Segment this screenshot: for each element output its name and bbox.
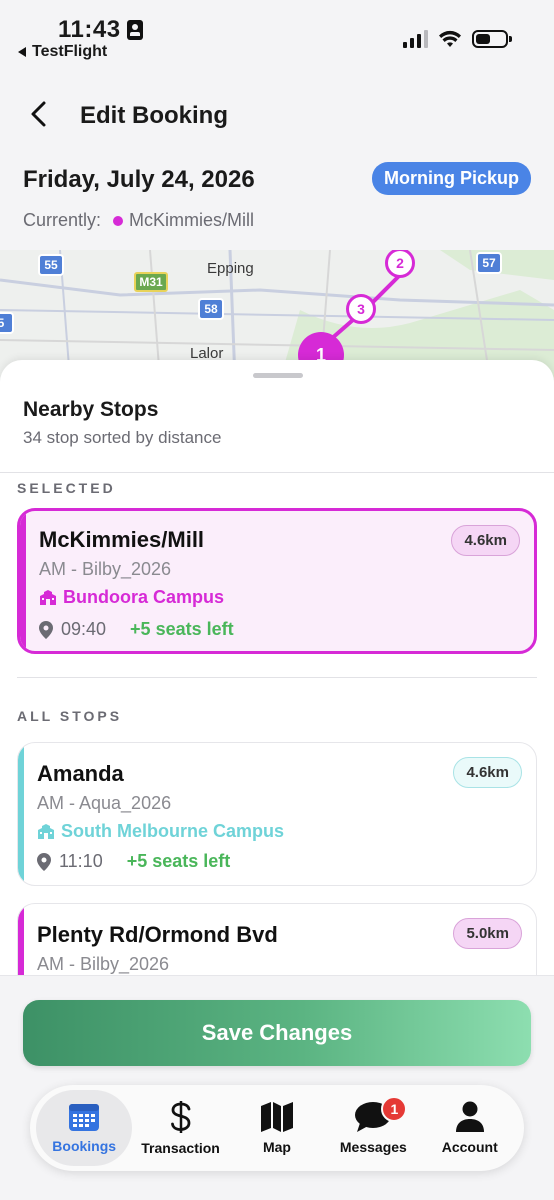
chevron-left-icon <box>31 101 46 127</box>
distance-badge: 4.6km <box>451 525 520 556</box>
distance-badge: 5.0km <box>453 918 522 949</box>
back-button[interactable] <box>22 96 54 132</box>
section-label-all: ALL STOPS <box>17 708 123 724</box>
wifi-icon <box>439 30 461 47</box>
stop-route: AM - Bilby_2026 <box>39 559 172 579</box>
route-shield: M31 <box>134 272 168 292</box>
stop-card[interactable]: Amanda AM - Aqua_2026 South Melbourne Ca… <box>17 742 537 886</box>
card-accent-bar <box>20 511 26 651</box>
person-icon <box>455 1101 484 1132</box>
section-label-selected: SELECTED <box>17 480 116 496</box>
campus-name: Bundoora Campus <box>63 587 225 607</box>
stop-time: 11:10 <box>59 851 103 871</box>
card-accent-bar <box>18 743 24 885</box>
tab-label: Transaction <box>141 1140 220 1156</box>
map-place-label: Epping <box>207 260 254 277</box>
route-shield: 5 <box>0 312 14 334</box>
tab-account[interactable]: Account <box>422 1090 518 1166</box>
seats-left: +5 seats left <box>126 851 231 871</box>
campus-name: South Melbourne Campus <box>61 821 285 841</box>
tab-label: Map <box>262 1139 291 1155</box>
page-title: Edit Booking <box>80 102 228 129</box>
currently-label: Currently: <box>23 210 102 230</box>
divider <box>17 677 537 678</box>
stop-route: AM - Aqua_2026 <box>37 793 172 813</box>
stop-name: Amanda <box>37 761 124 786</box>
map-icon <box>260 1102 293 1132</box>
status-bar: 11:43 TestFlight <box>0 0 554 70</box>
system-icons <box>403 30 512 48</box>
calendar-icon <box>69 1104 100 1131</box>
tab-map[interactable]: Map <box>229 1090 325 1166</box>
stop-color-dot <box>113 215 124 226</box>
tab-bookings[interactable]: Bookings <box>36 1090 133 1166</box>
location-pin-icon <box>39 620 53 639</box>
current-stop-name: McKimmies/Mill <box>129 210 255 230</box>
stop-name: McKimmies/Mill <box>39 527 205 552</box>
stop-name: Plenty Rd/Ormond Bvd <box>37 922 278 947</box>
route-shield: 57 <box>476 252 502 274</box>
stop-meta: 11:10 +5 seats left <box>37 851 230 872</box>
sheet-title: Nearby Stops <box>23 398 159 421</box>
tab-bar: Bookings Transaction Map 1 Messages Acco… <box>30 1085 524 1171</box>
campus-icon <box>38 823 54 839</box>
tab-label: Messages <box>339 1139 407 1155</box>
back-to-app-link[interactable]: TestFlight <box>18 43 107 61</box>
save-changes-button[interactable]: Save Changes <box>23 1000 531 1066</box>
contact-card-icon <box>126 20 143 40</box>
back-app-label: TestFlight <box>32 43 108 60</box>
pickup-type-badge: Morning Pickup <box>372 162 531 195</box>
dollar-icon <box>170 1101 190 1133</box>
route-shield: 58 <box>198 298 224 320</box>
seats-left: +5 seats left <box>130 619 234 639</box>
battery-icon <box>472 30 512 48</box>
distance-badge: 4.6km <box>453 757 522 788</box>
back-triangle-icon <box>18 47 26 57</box>
campus-icon <box>40 589 56 605</box>
stop-meta: 09:40 +5 seats left <box>39 619 234 640</box>
sheet-drag-handle[interactable] <box>253 373 303 378</box>
divider <box>0 472 554 473</box>
unread-badge: 1 <box>381 1096 408 1122</box>
current-stop-line: Currently: McKimmies/Mill <box>23 210 254 231</box>
tab-label: Account <box>441 1139 498 1155</box>
status-time: 11:43 <box>58 16 143 44</box>
map-stop-pin[interactable]: 3 <box>346 294 376 324</box>
tab-transaction[interactable]: Transaction <box>133 1090 229 1166</box>
stop-time: 09:40 <box>61 619 107 639</box>
route-shield: 55 <box>38 254 64 276</box>
tab-label: Bookings <box>52 1138 117 1154</box>
selected-stop-card[interactable]: McKimmies/Mill AM - Bilby_2026 Bundoora … <box>17 508 537 654</box>
booking-summary: Friday, July 24, 2026 Morning Pickup Cur… <box>0 140 554 250</box>
cellular-signal-icon <box>403 30 428 48</box>
stop-campus: Bundoora Campus <box>39 587 224 608</box>
sheet-subtitle: 34 stop sorted by distance <box>23 428 222 447</box>
nearby-stops-sheet: Nearby Stops 34 stop sorted by distance … <box>0 360 554 1000</box>
clock: 11:43 <box>58 16 121 43</box>
location-pin-icon <box>37 852 51 871</box>
stop-route: AM - Bilby_2026 <box>37 954 170 974</box>
booking-date: Friday, July 24, 2026 <box>23 166 255 193</box>
tab-messages[interactable]: 1 Messages <box>325 1090 421 1166</box>
stop-campus: South Melbourne Campus <box>37 821 284 842</box>
